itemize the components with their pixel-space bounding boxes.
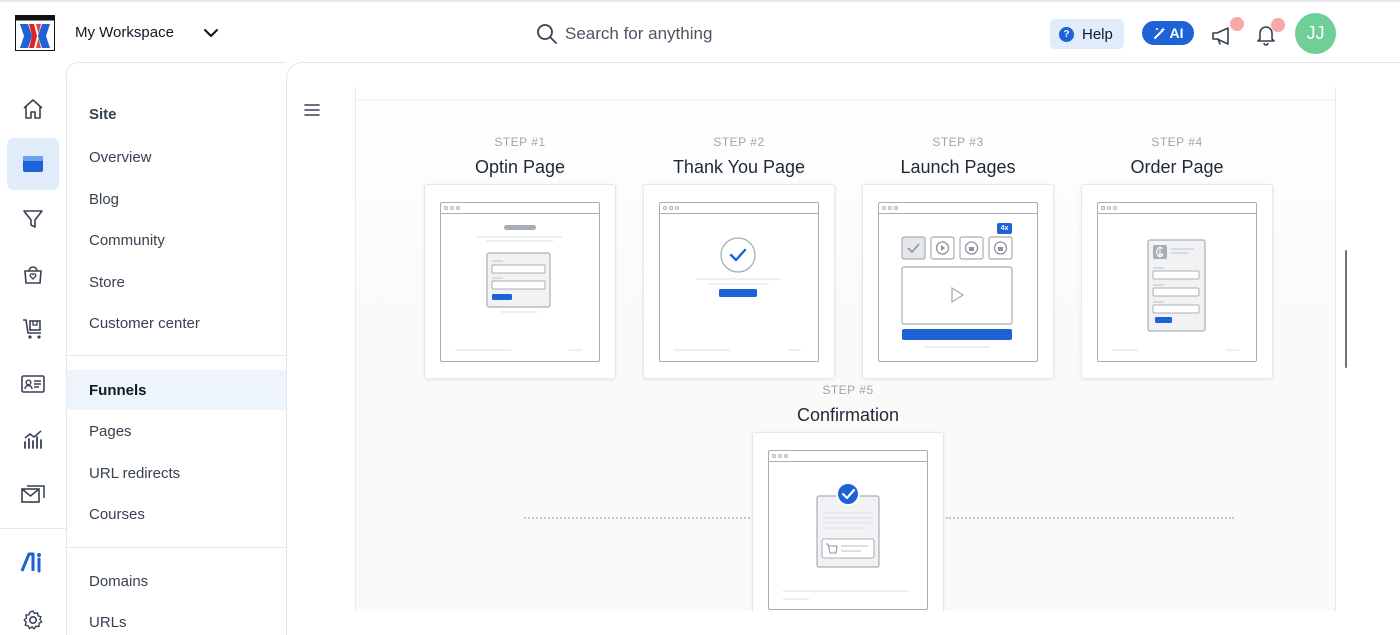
avatar[interactable]: JJ — [1295, 13, 1336, 54]
rail-store[interactable] — [7, 248, 59, 300]
rail-contacts[interactable] — [7, 358, 59, 410]
home-icon — [23, 99, 43, 119]
step-1-header: STEP #1 Optin Page — [424, 135, 616, 179]
analytics-icon — [24, 430, 42, 449]
ai-icon — [20, 552, 41, 573]
order-form-illustration — [1112, 239, 1239, 351]
subnav-item-community[interactable]: Community — [67, 220, 286, 260]
ai-button[interactable]: AI — [1142, 21, 1194, 45]
step-title: Launch Pages — [900, 157, 1016, 177]
connector-line-left — [524, 517, 750, 519]
menu-icon[interactable] — [304, 103, 320, 117]
step-card-launch[interactable]: 4x — [862, 184, 1054, 379]
page-thumbnail — [659, 202, 819, 362]
video-lessons-illustration — [901, 223, 1013, 348]
chevron-down-icon[interactable] — [200, 22, 222, 44]
subnav-item-blog[interactable]: Blog — [67, 179, 286, 219]
question-icon: ? — [1059, 26, 1074, 42]
vertical-scrollbar[interactable] — [1345, 250, 1347, 368]
page-thumbnail — [1097, 202, 1257, 362]
email-icon — [21, 485, 45, 503]
notification-dot — [1271, 18, 1285, 32]
subnav-divider — [67, 547, 286, 548]
search-input[interactable] — [565, 24, 805, 44]
step-5-header: STEP #5 Confirmation — [752, 383, 944, 427]
step-number: STEP #1 — [494, 135, 546, 149]
search-bar[interactable] — [536, 21, 805, 47]
canvas-top-edge — [356, 87, 1335, 99]
step-number: STEP #2 — [713, 135, 765, 149]
magic-wand-icon — [1153, 27, 1166, 39]
step-number: STEP #3 — [932, 135, 984, 149]
subnav-item-overview[interactable]: Overview — [67, 137, 286, 177]
subnav-item-customer-center[interactable]: Customer center — [67, 303, 286, 343]
step-card-confirmation[interactable] — [752, 432, 944, 611]
rail-site[interactable] — [7, 138, 59, 190]
page-thumbnail: 4x — [878, 202, 1038, 362]
subnav-item-funnels[interactable]: Funnels — [67, 370, 286, 410]
search-icon — [537, 24, 557, 44]
rail-cart[interactable] — [7, 303, 59, 355]
subnav-section-title: Site — [89, 106, 117, 123]
funnel-canvas: STEP #1 Optin Page STEP #2 Thank You Pag… — [355, 87, 1336, 611]
subnav-item-pages[interactable]: Pages — [67, 411, 286, 451]
subnav-item-url-redirects[interactable]: URL redirects — [67, 453, 286, 493]
step-card-optin[interactable] — [424, 184, 616, 379]
step-2-header: STEP #2 Thank You Page — [643, 135, 835, 179]
check-circle-illustration — [674, 237, 801, 351]
settings-icon — [23, 610, 43, 630]
page-thumbnail — [768, 450, 928, 610]
step-3-header: STEP #3 Launch Pages — [862, 135, 1054, 179]
subnav-item-store[interactable]: Store — [67, 262, 286, 302]
rail-analytics[interactable] — [7, 413, 59, 465]
contacts-icon — [21, 375, 45, 393]
workspace-name[interactable]: My Workspace — [75, 24, 174, 41]
icon-rail — [0, 62, 66, 635]
funnel-icon — [23, 210, 43, 228]
rail-settings[interactable] — [7, 594, 59, 635]
site-subnav: Site Overview Blog Community Store Custo… — [66, 62, 286, 635]
step-title: Thank You Page — [672, 157, 806, 177]
rail-ai[interactable] — [7, 536, 59, 588]
rail-home[interactable] — [7, 83, 59, 135]
rail-funnels[interactable] — [7, 193, 59, 245]
subnav-item-domains[interactable]: Domains — [67, 561, 286, 601]
step-number: STEP #5 — [822, 383, 874, 397]
cart-icon — [23, 319, 41, 339]
rail-divider — [0, 528, 66, 529]
step-4-header: STEP #4 Order Page — [1081, 135, 1273, 179]
rail-email[interactable] — [7, 468, 59, 520]
step-number: STEP #4 — [1151, 135, 1203, 149]
subnav-divider — [67, 355, 286, 356]
page-thumbnail — [440, 202, 600, 362]
lesson-count-badge: 4x — [1000, 225, 1009, 232]
subnav-item-courses[interactable]: Courses — [67, 494, 286, 534]
step-title: Order Page — [1130, 157, 1224, 177]
top-bar: My Workspace ? Help AI JJ — [0, 0, 1400, 62]
help-label: Help — [1082, 25, 1113, 43]
announcement-dot — [1230, 17, 1244, 31]
help-button[interactable]: ? Help — [1050, 19, 1124, 49]
site-icon — [23, 156, 43, 172]
step-card-order[interactable] — [1081, 184, 1273, 379]
receipt-illustration — [783, 482, 909, 600]
connector-line-right — [946, 517, 1234, 519]
main-content: STEP #1 Optin Page STEP #2 Thank You Pag… — [286, 62, 1400, 635]
ai-label: AI — [1169, 25, 1184, 41]
store-icon — [24, 266, 42, 284]
optin-form-illustration — [455, 225, 582, 351]
step-card-thank-you[interactable] — [643, 184, 835, 379]
app-logo-icon[interactable] — [15, 15, 55, 51]
step-title: Optin Page — [474, 157, 566, 177]
subnav-item-urls[interactable]: URLs — [67, 602, 286, 635]
step-title: Confirmation — [796, 405, 900, 425]
